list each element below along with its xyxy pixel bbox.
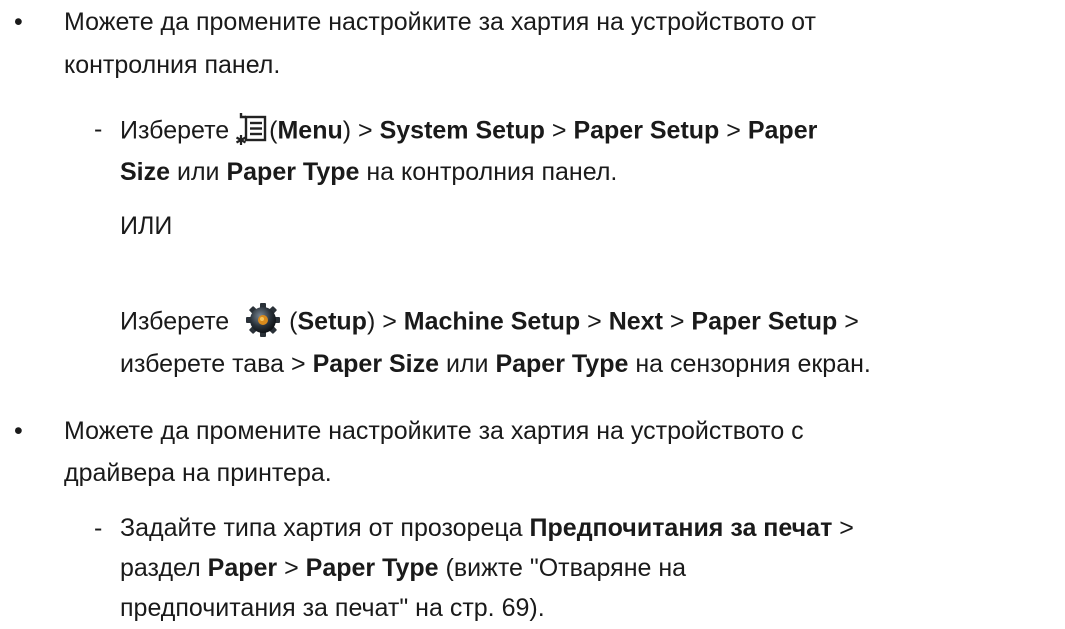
bullet: • [14,8,23,36]
sub-3-line-1: Задайте типа хартия от прозореца Предпоч… [120,514,854,542]
sub-1-line-2: Size или Paper Type на контролния панел. [120,158,618,186]
sub-2-line-1: Изберете (Setup) > Machine Setup > Next … [120,302,859,341]
dash: - [94,115,103,143]
sub-3-line-2: раздел Paper > Paper Type (вижте "Отваря… [120,554,687,582]
dash: - [94,514,103,542]
or-text: ИЛИ [120,212,173,240]
bullet: • [14,417,23,445]
item-1-line-1: Можете да промените настройките за харти… [64,8,816,36]
sub-2-line-2: изберете тава > Paper Size или Paper Typ… [120,350,871,378]
sub-1-line-1: Изберете (Menu) > System Setup > Paper S… [120,112,817,149]
item-2-line-2: драйвера на принтера. [64,459,332,487]
setup-gear-icon [245,302,281,338]
item-2-line-1: Можете да промените настройките за харти… [64,417,804,445]
item-1-line-2: контролния панел. [64,51,281,79]
sub-3-line-3: предпочитания за печат" на стр. 69). [120,594,545,622]
menu-icon [235,112,267,146]
